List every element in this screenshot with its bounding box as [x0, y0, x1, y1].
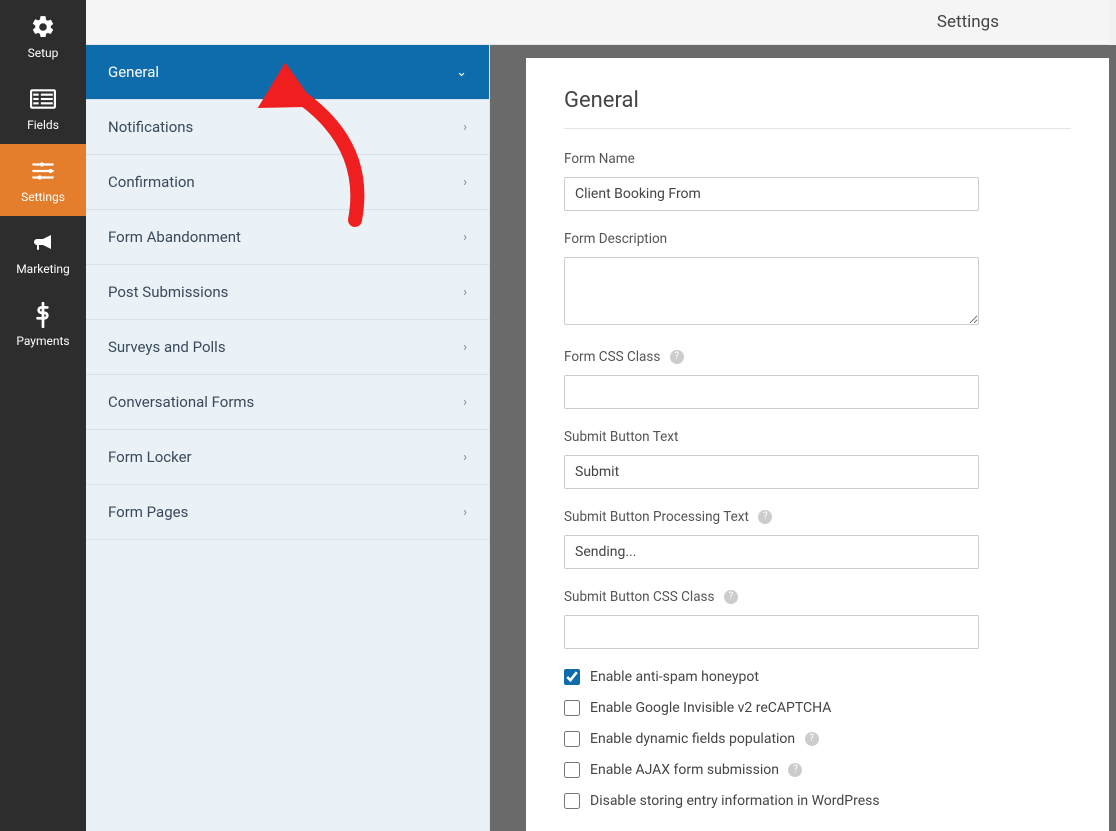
settings-item-surveys-polls[interactable]: Surveys and Polls ›: [86, 320, 489, 375]
sidebar-label: Fields: [27, 118, 59, 132]
sidebar-item-fields[interactable]: Fields: [0, 72, 86, 144]
content-area: General Form Name Form Description Form …: [490, 45, 1116, 831]
submit-text-label: Submit Button Text: [564, 429, 1071, 445]
chevron-right-icon: ›: [463, 505, 467, 520]
form-css-class-input[interactable]: [564, 375, 979, 409]
checkbox-label: Enable dynamic fields population ?: [590, 731, 819, 747]
help-icon[interactable]: ?: [670, 350, 684, 364]
submit-processing-input[interactable]: [564, 535, 979, 569]
form-description-input[interactable]: [564, 257, 979, 325]
sidebar-item-marketing[interactable]: Marketing: [0, 216, 86, 288]
content-title: General: [564, 88, 1071, 113]
chevron-down-icon: ⌄: [456, 65, 467, 80]
settings-item-label: Form Pages: [108, 503, 188, 521]
form-name-label: Form Name: [564, 151, 1071, 167]
settings-item-label: Notifications: [108, 118, 193, 136]
checkbox-label: Enable anti-spam honeypot: [590, 669, 759, 685]
settings-item-form-pages[interactable]: Form Pages ›: [86, 485, 489, 540]
sidebar-label: Marketing: [16, 262, 70, 276]
submit-text-input[interactable]: [564, 455, 979, 489]
help-icon[interactable]: ?: [805, 732, 819, 746]
checkbox-recaptcha[interactable]: Enable Google Invisible v2 reCAPTCHA: [564, 700, 1071, 716]
form-name-input[interactable]: [564, 177, 979, 211]
sidebar-item-payments[interactable]: Payments: [0, 288, 86, 360]
settings-item-notifications[interactable]: Notifications ›: [86, 100, 489, 155]
chevron-right-icon: ›: [463, 175, 467, 190]
gear-icon: [30, 13, 56, 41]
checkbox-dynamic-fields[interactable]: Enable dynamic fields population ?: [564, 731, 1071, 747]
submit-css-label: Submit Button CSS Class ?: [564, 589, 1071, 605]
settings-item-confirmation[interactable]: Confirmation ›: [86, 155, 489, 210]
sidebar-item-settings[interactable]: Settings: [0, 144, 86, 216]
bullhorn-icon: [30, 229, 56, 257]
checkbox-label: Disable storing entry information in Wor…: [590, 793, 880, 809]
help-icon[interactable]: ?: [758, 510, 772, 524]
settings-item-post-submissions[interactable]: Post Submissions ›: [86, 265, 489, 320]
form-description-label: Form Description: [564, 231, 1071, 247]
settings-item-conversational-forms[interactable]: Conversational Forms ›: [86, 375, 489, 430]
settings-item-form-abandonment[interactable]: Form Abandonment ›: [86, 210, 489, 265]
dollar-icon: [34, 301, 52, 329]
settings-item-label: General: [108, 63, 159, 81]
settings-item-general[interactable]: General ⌄: [86, 45, 489, 100]
checkbox-label: Enable AJAX form submission ?: [590, 762, 802, 778]
settings-item-form-locker[interactable]: Form Locker ›: [86, 430, 489, 485]
checkbox-input[interactable]: [564, 793, 580, 809]
page-title: Settings: [937, 12, 999, 32]
settings-item-label: Surveys and Polls: [108, 338, 226, 356]
main-sidebar: Setup Fields Settings Marketing Payments: [0, 0, 86, 831]
chevron-right-icon: ›: [463, 230, 467, 245]
header: Settings: [86, 0, 1109, 45]
sidebar-label: Payments: [16, 334, 69, 348]
chevron-right-icon: ›: [463, 120, 467, 135]
chevron-right-icon: ›: [463, 450, 467, 465]
sidebar-label: Setup: [28, 46, 59, 60]
checkbox-disable-storing[interactable]: Disable storing entry information in Wor…: [564, 793, 1071, 809]
checkbox-input[interactable]: [564, 762, 580, 778]
help-icon[interactable]: ?: [788, 763, 802, 777]
chevron-right-icon: ›: [463, 395, 467, 410]
checkbox-input[interactable]: [564, 731, 580, 747]
divider: [564, 128, 1071, 129]
checkbox-honeypot[interactable]: Enable anti-spam honeypot: [564, 669, 1071, 685]
list-icon: [30, 85, 56, 113]
settings-item-label: Post Submissions: [108, 283, 228, 301]
settings-item-label: Confirmation: [108, 173, 195, 191]
help-icon[interactable]: ?: [724, 590, 738, 604]
settings-nav: General ⌄ Notifications › Confirmation ›…: [86, 45, 490, 831]
checkbox-label: Enable Google Invisible v2 reCAPTCHA: [590, 700, 831, 716]
checkbox-input[interactable]: [564, 700, 580, 716]
chevron-right-icon: ›: [463, 340, 467, 355]
sliders-icon: [30, 157, 56, 185]
form-css-class-label: Form CSS Class ?: [564, 349, 1071, 365]
submit-processing-label: Submit Button Processing Text ?: [564, 509, 1071, 525]
chevron-right-icon: ›: [463, 285, 467, 300]
sidebar-label: Settings: [21, 190, 65, 204]
settings-item-label: Form Abandonment: [108, 228, 241, 246]
sidebar-item-setup[interactable]: Setup: [0, 0, 86, 72]
checkbox-input[interactable]: [564, 669, 580, 685]
checkbox-ajax[interactable]: Enable AJAX form submission ?: [564, 762, 1071, 778]
content-panel: General Form Name Form Description Form …: [526, 58, 1109, 831]
settings-item-label: Form Locker: [108, 448, 192, 466]
settings-item-label: Conversational Forms: [108, 393, 254, 411]
submit-css-input[interactable]: [564, 615, 979, 649]
